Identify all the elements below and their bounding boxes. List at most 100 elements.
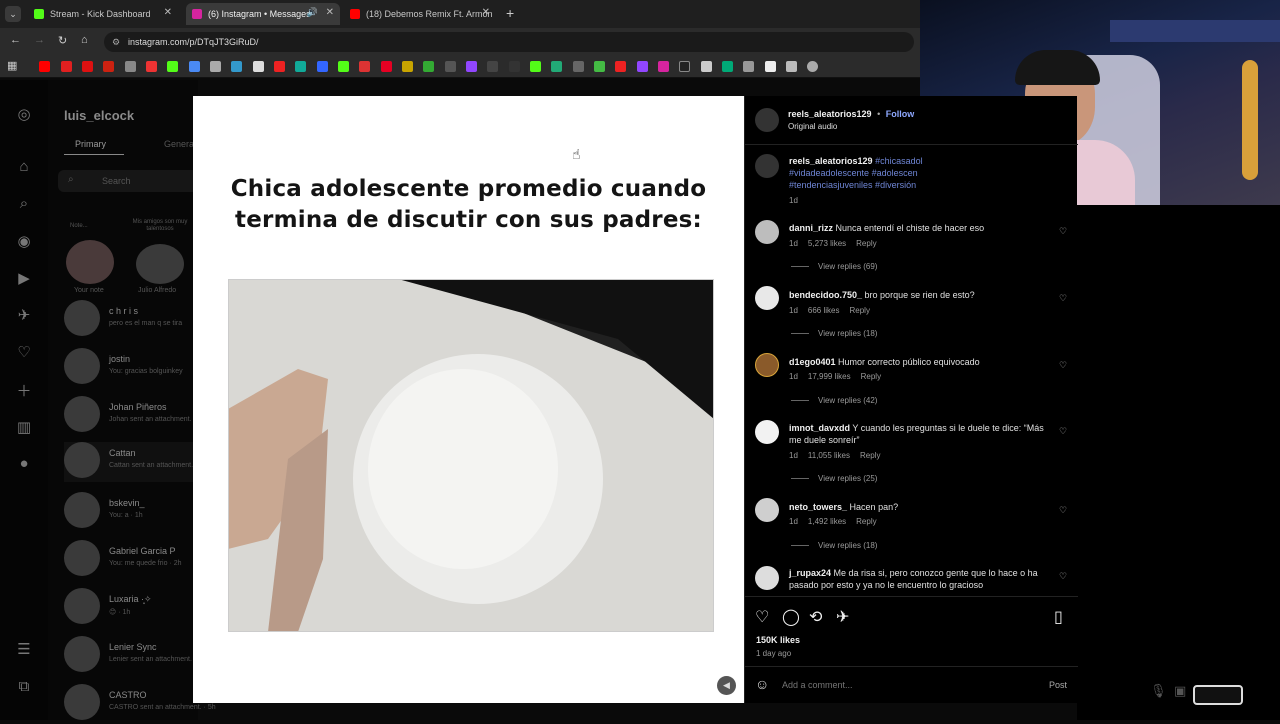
bookmark-icon[interactable] <box>573 61 584 72</box>
bookmark-icon[interactable] <box>359 61 370 72</box>
comment-icon[interactable]: ◯ <box>782 607 800 627</box>
view-replies[interactable]: View replies (69) <box>791 262 877 271</box>
speaker-icon[interactable]: 🔊 <box>307 7 318 18</box>
comment-username[interactable]: neto_towers_ <box>789 502 847 512</box>
reply-button[interactable]: Reply <box>861 372 881 381</box>
notifications-icon[interactable]: ♡ <box>16 343 32 361</box>
conversation-item[interactable]: c h r i s pero es el man q se tira <box>64 300 204 340</box>
bookmark-icon[interactable] <box>615 61 626 72</box>
tab-primary[interactable]: Primary <box>75 139 106 149</box>
bookmark-icon[interactable] <box>103 61 114 72</box>
instagram-logo-icon[interactable]: ◎ <box>16 105 32 123</box>
view-replies[interactable]: View replies (18) <box>791 329 877 338</box>
caption-hashtag[interactable]: #chicasadol <box>875 156 923 166</box>
comment-avatar[interactable] <box>755 420 779 444</box>
comment-avatar[interactable] <box>755 353 779 377</box>
conversation-item[interactable]: Gabriel Garcia P You: me quede frio · 2h <box>64 540 204 580</box>
image-icon[interactable]: ▣ <box>1174 683 1186 699</box>
post-media[interactable]: Chica adolescente promedio cuando termin… <box>193 96 744 703</box>
bookmark-icon[interactable] <box>295 61 306 72</box>
comment-username[interactable]: danni_rizz <box>789 223 833 233</box>
mute-icon[interactable]: ◀ <box>717 676 736 695</box>
caption-hashtag[interactable]: #tendenciasjuveniles #diversión <box>789 179 929 191</box>
likes-count[interactable]: 150K likes <box>756 635 800 645</box>
audio-label[interactable]: Original audio <box>788 122 837 131</box>
dashboard-icon[interactable]: ▥ <box>16 418 32 436</box>
tab-youtube[interactable]: (18) Debemos Remix Ft. Armon ✕ <box>344 3 496 25</box>
more-icon[interactable]: ⧉ <box>16 678 32 695</box>
tab-instagram[interactable]: (6) Instagram • Messages 🔊 ✕ <box>186 3 340 25</box>
bookmark-icon[interactable] <box>82 61 93 72</box>
tab-kick[interactable]: Stream - Kick Dashboard ✕ <box>28 3 178 25</box>
author-username[interactable]: reels_aleatorios129 <box>788 109 872 119</box>
create-icon[interactable]: ＋ <box>16 380 32 401</box>
comment-username[interactable]: imnot_davxdd <box>789 423 850 433</box>
post-comment-button[interactable]: Post <box>1049 680 1067 690</box>
conversation-item[interactable]: Luxaria ·̩͙✧ 😊 · 1h <box>64 588 204 628</box>
bookmark-icon[interactable] <box>189 61 200 72</box>
bookmark-icon[interactable] <box>551 61 562 72</box>
bookmark-icon[interactable] <box>423 61 434 72</box>
apps-icon[interactable]: ▦ <box>7 59 17 72</box>
like-comment-icon[interactable]: ♡ <box>1059 571 1067 582</box>
view-replies[interactable]: View replies (42) <box>791 396 877 405</box>
comment-avatar[interactable] <box>755 286 779 310</box>
tab-search-icon[interactable]: ⌄ <box>5 6 21 22</box>
repost-icon[interactable]: ⟲ <box>809 607 822 627</box>
messages-icon[interactable]: ✈ <box>16 306 32 324</box>
like-icon[interactable]: ♡ <box>755 607 769 627</box>
bookmark-icon[interactable] <box>231 61 242 72</box>
comment-likes[interactable]: 5,273 likes <box>808 239 846 248</box>
reply-button[interactable]: Reply <box>860 451 880 460</box>
note-avatar[interactable] <box>66 240 114 284</box>
bookmark-icon[interactable] <box>701 61 712 72</box>
bookmark-icon[interactable] <box>466 61 477 72</box>
bookmark-icon[interactable] <box>253 61 264 72</box>
bookmark-icon[interactable] <box>146 61 157 72</box>
bookmark-icon[interactable] <box>274 61 285 72</box>
home-icon[interactable]: ⌂ <box>81 34 88 46</box>
bookmark-icon[interactable] <box>445 61 456 72</box>
bookmark-icon[interactable] <box>765 61 776 72</box>
bookmark-icon[interactable] <box>125 61 136 72</box>
note-avatar[interactable] <box>136 244 184 284</box>
bookmark-icon[interactable] <box>807 61 818 72</box>
like-comment-icon[interactable]: ♡ <box>1059 293 1067 304</box>
menu-icon[interactable]: ☰ <box>16 640 32 658</box>
search-input[interactable]: ⌕ Search <box>58 170 198 192</box>
like-comment-icon[interactable]: ♡ <box>1059 360 1067 371</box>
comment-likes[interactable]: 1,492 likes <box>808 517 846 526</box>
conversation-item[interactable]: jostin You: gracias bolguinkey <box>64 348 204 388</box>
close-tab-icon[interactable]: ✕ <box>326 7 334 18</box>
comment-avatar[interactable] <box>755 566 779 590</box>
bookmark-icon[interactable] <box>722 61 733 72</box>
reply-button[interactable]: Reply <box>849 306 869 315</box>
reels-icon[interactable]: ▶ <box>16 269 32 287</box>
comment-likes[interactable]: 11,055 likes <box>808 451 850 460</box>
conversation-item[interactable]: CASTRO CASTRO sent an attachment. · 5h <box>64 684 216 724</box>
comment-input[interactable] <box>782 677 1022 693</box>
reply-button[interactable]: Reply <box>856 239 876 248</box>
comment-avatar[interactable] <box>755 498 779 522</box>
bookmark-icon[interactable] <box>61 61 72 72</box>
caption-hashtag[interactable]: #vidadeadolescente #adolescen <box>789 167 929 179</box>
conversation-item[interactable]: bskevin_ You: a · 1h <box>64 492 204 532</box>
like-comment-icon[interactable]: ♡ <box>1059 505 1067 516</box>
new-tab-button[interactable]: + <box>506 5 514 21</box>
bookmark-icon[interactable] <box>530 61 541 72</box>
close-tab-icon[interactable]: ✕ <box>482 7 490 18</box>
bookmark-icon[interactable] <box>509 61 520 72</box>
conversation-item[interactable]: Lenier Sync Lenier sent an attachment. <box>64 636 204 676</box>
conversation-item[interactable]: Cattan Cattan sent an attachment. <box>64 442 204 482</box>
bookmark-icon[interactable] <box>210 61 221 72</box>
site-info-icon[interactable]: ⚙ <box>112 32 120 52</box>
video-player[interactable] <box>228 279 714 632</box>
reply-button[interactable]: Reply <box>856 517 876 526</box>
caption-username[interactable]: reels_aleatorios129 <box>789 156 873 166</box>
bookmark-icon[interactable] <box>658 61 669 72</box>
url-field[interactable]: ⚙ instagram.com/p/DTqJT3GiRuD/ <box>104 32 914 52</box>
bookmark-icon[interactable] <box>167 61 178 72</box>
bookmark-icon[interactable] <box>637 61 648 72</box>
forward-icon[interactable]: → <box>34 34 45 46</box>
comment-avatar[interactable] <box>755 220 779 244</box>
